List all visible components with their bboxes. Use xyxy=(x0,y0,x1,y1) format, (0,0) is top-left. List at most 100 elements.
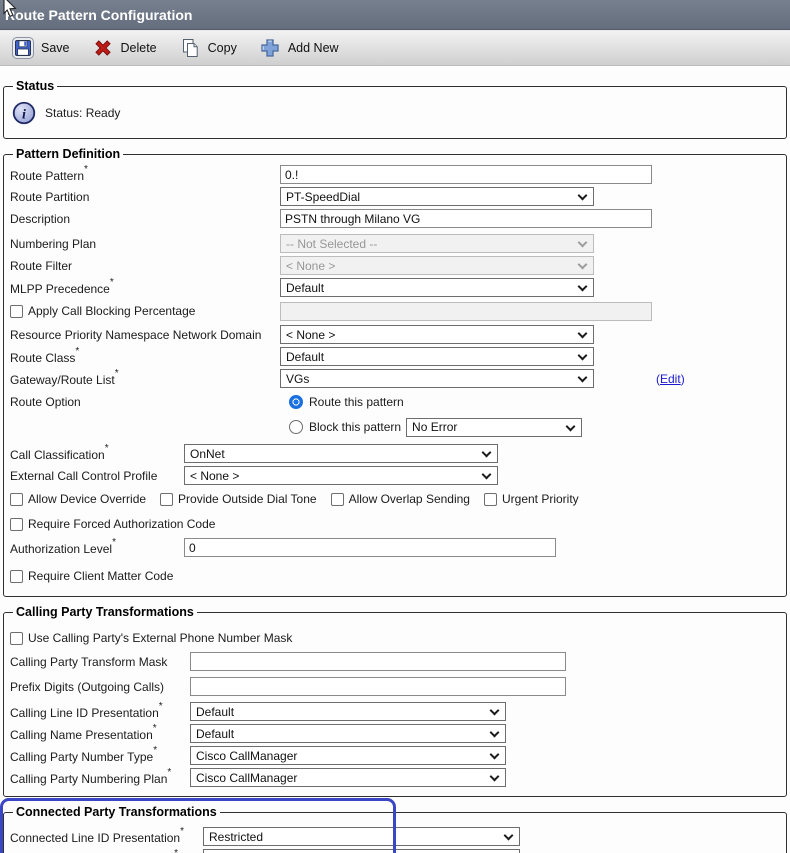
chevron-down-icon xyxy=(578,373,588,383)
calling-name-presentation-select[interactable]: Default xyxy=(190,724,506,743)
status-text: Status: Ready xyxy=(45,106,120,120)
route-this-pattern-radio[interactable] xyxy=(289,395,303,409)
calling-number-type-label: Calling Party Number Type* xyxy=(10,748,190,764)
toolbar: Save Delete Copy Add New xyxy=(0,30,790,66)
call-classification-select[interactable]: OnNet xyxy=(184,444,498,463)
connected-name-presentation-select[interactable]: Restricted xyxy=(203,849,520,853)
gateway-route-list-label: Gateway/Route List* xyxy=(10,371,280,387)
urgent-priority-label: Urgent Priority xyxy=(502,492,579,506)
save-button[interactable]: Save xyxy=(12,37,70,59)
copy-label: Copy xyxy=(208,41,237,55)
delete-icon xyxy=(92,37,114,59)
block-pattern-row: Block this pattern No Error xyxy=(10,415,780,439)
delete-button[interactable]: Delete xyxy=(92,37,157,59)
mlpp-precedence-select[interactable]: Default xyxy=(280,278,594,297)
authorization-level-row: Authorization Level* xyxy=(10,537,780,558)
use-external-mask-label: Use Calling Party's External Phone Numbe… xyxy=(28,631,292,645)
external-call-control-row: External Call Control Profile < None > xyxy=(10,465,780,486)
calling-number-type-select[interactable]: Cisco CallManager xyxy=(190,746,506,765)
calling-party-legend: Calling Party Transformations xyxy=(13,605,197,619)
page-title: Route Pattern Configuration xyxy=(0,0,192,30)
authorization-level-input[interactable] xyxy=(184,538,556,557)
route-partition-row: Route Partition PT-SpeedDial xyxy=(10,186,780,207)
status-section: Status i Status: Ready xyxy=(3,79,787,139)
chevron-down-icon xyxy=(482,448,492,458)
urgent-priority-checkbox[interactable] xyxy=(484,493,497,506)
require-cmc-checkbox[interactable] xyxy=(10,570,23,583)
calling-line-id-label: Calling Line ID Presentation* xyxy=(10,704,190,720)
calling-line-id-select[interactable]: Default xyxy=(190,702,506,721)
pattern-flags-row: Allow Device Override Provide Outside Di… xyxy=(10,487,780,511)
prefix-digits-label: Prefix Digits (Outgoing Calls) xyxy=(10,680,190,694)
connected-line-id-select[interactable]: Restricted xyxy=(203,827,520,846)
route-pattern-input[interactable] xyxy=(280,165,652,184)
block-this-pattern-radio[interactable] xyxy=(289,420,303,434)
apply-call-blocking-row: Apply Call Blocking Percentage xyxy=(10,299,780,323)
save-icon xyxy=(12,37,34,59)
require-cmc-label: Require Client Matter Code xyxy=(28,569,173,583)
info-icon: i xyxy=(12,101,36,125)
use-ext-mask-row: Use Calling Party's External Phone Numbe… xyxy=(10,626,780,650)
numbering-plan-select: -- Not Selected -- xyxy=(280,234,594,253)
status-legend: Status xyxy=(13,79,57,93)
connected-line-id-label: Connected Line ID Presentation* xyxy=(10,829,203,845)
calling-numbering-plan-select[interactable]: Cisco CallManager xyxy=(190,768,506,787)
allow-device-override-checkbox[interactable] xyxy=(10,493,23,506)
gateway-route-list-select[interactable]: VGs xyxy=(280,369,594,388)
allow-device-override-label: Allow Device Override xyxy=(28,492,146,506)
add-new-button[interactable]: Add New xyxy=(259,37,339,59)
connected-party-wrap: Connected Party Transformations Connecte… xyxy=(0,805,790,853)
prefix-digits-input[interactable] xyxy=(190,677,566,696)
calling-numbering-plan-row: Calling Party Numbering Plan* Cisco Call… xyxy=(10,767,780,788)
chevron-down-icon xyxy=(490,772,500,782)
titlebar: Route Pattern Configuration xyxy=(0,0,790,30)
chevron-down-icon xyxy=(578,260,588,270)
route-this-pattern-label: Route this pattern xyxy=(309,395,404,409)
block-reason-select[interactable]: No Error xyxy=(406,418,582,437)
route-class-row: Route Class* Default xyxy=(10,346,780,367)
provide-outside-dial-tone-checkbox[interactable] xyxy=(160,493,173,506)
chevron-down-icon xyxy=(482,470,492,480)
route-class-label: Route Class* xyxy=(10,349,280,365)
block-this-pattern-label: Block this pattern xyxy=(309,420,401,434)
call-blocking-percentage-input xyxy=(280,302,652,321)
calling-line-id-row: Calling Line ID Presentation* Default xyxy=(10,701,780,722)
route-pattern-row: Route Pattern* xyxy=(10,164,780,185)
route-partition-select[interactable]: PT-SpeedDial xyxy=(280,187,594,206)
connected-line-id-row: Connected Line ID Presentation* Restrict… xyxy=(10,826,780,847)
resource-priority-select[interactable]: < None > xyxy=(280,325,594,344)
description-input[interactable] xyxy=(280,209,652,228)
chevron-down-icon xyxy=(566,421,576,431)
pattern-definition-legend: Pattern Definition xyxy=(13,147,123,161)
chevron-down-icon xyxy=(490,728,500,738)
numbering-plan-label: Numbering Plan xyxy=(10,237,280,251)
chevron-down-icon xyxy=(578,282,588,292)
page-content: Status i Status: Ready Pattern Definitio… xyxy=(0,66,790,853)
allow-overlap-sending-checkbox[interactable] xyxy=(331,493,344,506)
external-call-control-select[interactable]: < None > xyxy=(184,466,498,485)
pattern-definition-section: Pattern Definition Route Pattern* Route … xyxy=(3,147,787,597)
numbering-plan-row: Numbering Plan -- Not Selected -- xyxy=(10,233,780,254)
route-class-select[interactable]: Default xyxy=(280,347,594,366)
save-label: Save xyxy=(41,41,70,55)
mouse-cursor-icon xyxy=(2,0,17,19)
route-filter-select: < None > xyxy=(280,256,594,275)
resource-priority-label: Resource Priority Namespace Network Doma… xyxy=(10,328,280,342)
route-option-row: Route Option Route this pattern xyxy=(10,390,780,414)
transform-mask-input[interactable] xyxy=(190,652,566,671)
chevron-down-icon xyxy=(578,351,588,361)
connected-party-legend: Connected Party Transformations xyxy=(13,805,220,819)
copy-button[interactable]: Copy xyxy=(179,37,237,59)
require-fac-label: Require Forced Authorization Code xyxy=(28,517,215,531)
transform-mask-row: Calling Party Transform Mask xyxy=(10,651,780,672)
add-new-label: Add New xyxy=(288,41,339,55)
call-classification-label: Call Classification* xyxy=(10,446,184,462)
add-new-icon xyxy=(259,37,281,59)
require-fac-checkbox[interactable] xyxy=(10,518,23,531)
apply-call-blocking-checkbox[interactable] xyxy=(10,305,23,318)
route-pattern-label: Route Pattern* xyxy=(10,167,280,183)
chevron-down-icon xyxy=(490,750,500,760)
use-external-mask-checkbox[interactable] xyxy=(10,632,23,645)
chevron-down-icon xyxy=(578,238,588,248)
edit-link[interactable]: (Edit) xyxy=(656,372,685,386)
